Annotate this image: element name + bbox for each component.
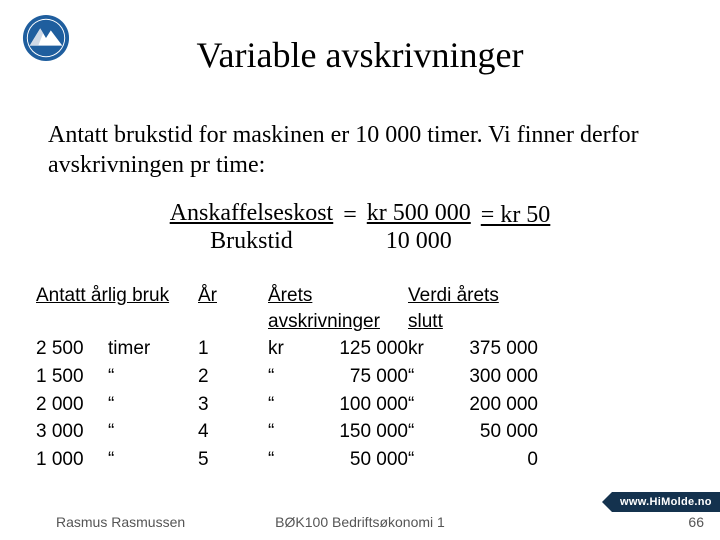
footer-course: BØK100 Bedriftsøkonomi 1 [275, 514, 445, 530]
table-cell: “ [408, 364, 448, 390]
col-header-usage: Antatt årlig bruk [36, 283, 198, 334]
table-cell: timer [108, 336, 198, 362]
table-cell: “ [108, 364, 198, 390]
table-cell: “ [108, 447, 198, 473]
table-cell: 1 000 [36, 447, 108, 473]
formula-lhs-numerator: Anskaffelseskost [170, 200, 334, 228]
table-cell: 50 000 [308, 447, 408, 473]
footer-author: Rasmus Rasmussen [56, 514, 185, 530]
table-cell: 4 [198, 419, 268, 445]
formula-rhs: = kr 50 [481, 200, 551, 229]
table-cell: “ [108, 419, 198, 445]
slide: Variable avskrivninger Antatt brukstid f… [0, 0, 720, 540]
table-cell: “ [408, 419, 448, 445]
mountain-logo-icon [22, 14, 70, 62]
table-cell: 2 500 [36, 336, 108, 362]
equals-icon: = [343, 200, 357, 229]
table-cell: 1 [198, 336, 268, 362]
formula-lhs-denominator: Brukstid [210, 228, 293, 256]
col-header-year: År [198, 283, 268, 334]
table-cell: 100 000 [308, 392, 408, 418]
table-cell: 2 [198, 364, 268, 390]
table-cell: 1 500 [36, 364, 108, 390]
formula: Anskaffelseskost Brukstid = kr 500 000 1… [28, 200, 692, 255]
table-cell: 3 [198, 392, 268, 418]
table-cell: “ [268, 392, 308, 418]
table-cell: 300 000 [448, 364, 538, 390]
table-cell: 375 000 [448, 336, 538, 362]
table-cell: “ [268, 419, 308, 445]
branding-text: www.HiMolde.no [620, 496, 712, 508]
formula-mid-numerator: kr 500 000 [367, 200, 471, 228]
table-cell: “ [108, 392, 198, 418]
table-cell: “ [408, 392, 448, 418]
formula-lhs: Anskaffelseskost Brukstid [170, 200, 334, 255]
depreciation-table: Antatt årlig bruk År Årets avskrivninger… [36, 283, 692, 472]
footer: www.HiMolde.no Rasmus Rasmussen BØK100 B… [0, 504, 720, 530]
table-cell: 50 000 [448, 419, 538, 445]
table-cell: 3 000 [36, 419, 108, 445]
col-header-depr: Årets avskrivninger [268, 283, 408, 334]
table-cell: kr [408, 336, 448, 362]
table-cell: “ [268, 447, 308, 473]
table-cell: 200 000 [448, 392, 538, 418]
formula-mid-denominator: 10 000 [386, 228, 452, 256]
col-header-endval: Verdi årets slutt [408, 283, 538, 334]
table-cell: 75 000 [308, 364, 408, 390]
table-cell: “ [268, 364, 308, 390]
branding-badge: www.HiMolde.no [612, 492, 720, 512]
table-cell: 125 000 [308, 336, 408, 362]
table-cell: 150 000 [308, 419, 408, 445]
intro-text: Antatt brukstid for maskinen er 10 000 t… [48, 120, 680, 180]
footer-page-number: 66 [688, 514, 704, 530]
page-title: Variable avskrivninger [28, 34, 692, 76]
table-cell: 2 000 [36, 392, 108, 418]
table-cell: kr [268, 336, 308, 362]
table-cell: “ [408, 447, 448, 473]
table-cell: 5 [198, 447, 268, 473]
formula-mid: kr 500 000 10 000 [367, 200, 471, 255]
table-cell: 0 [448, 447, 538, 473]
